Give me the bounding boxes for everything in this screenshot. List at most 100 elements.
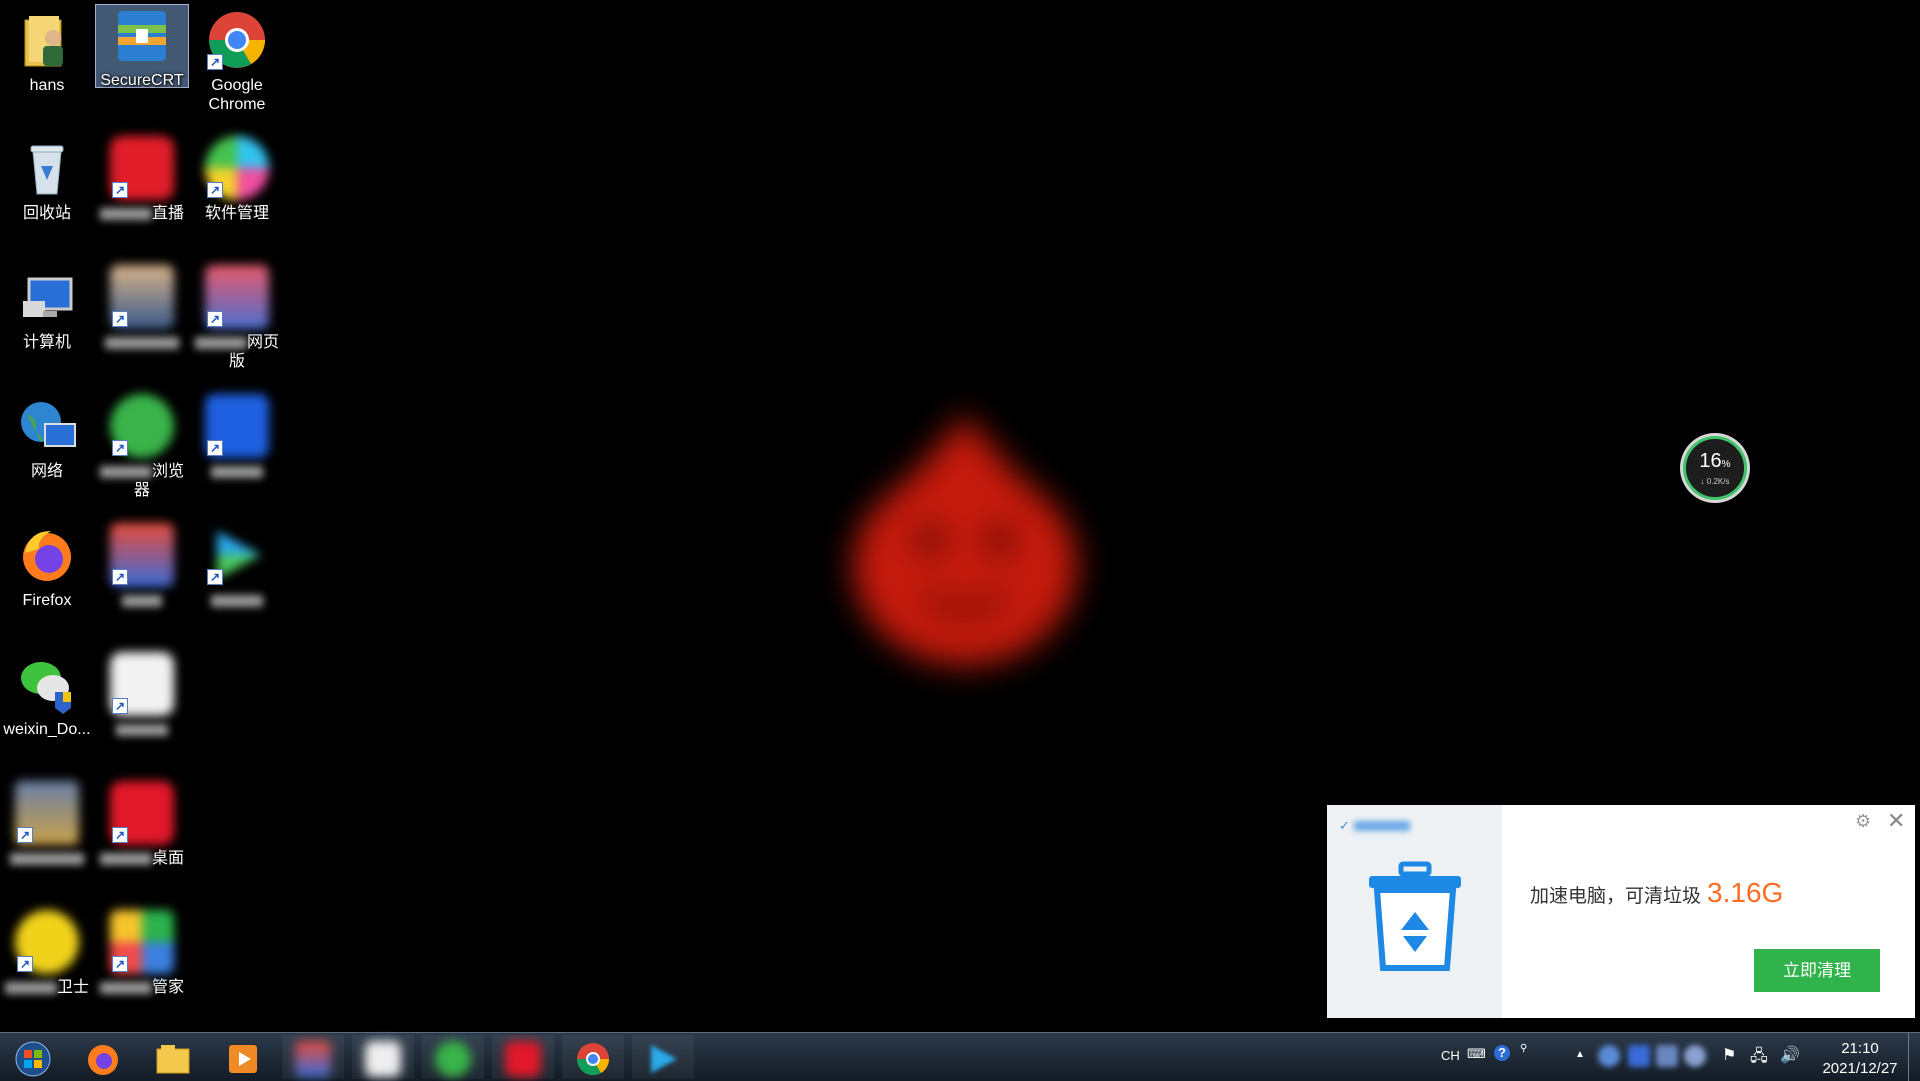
system-clock[interactable]: 21:10 2021/12/27 bbox=[1810, 1039, 1910, 1079]
keyboard-icon[interactable]: ⌨ bbox=[1467, 1046, 1486, 1062]
firefox-icon bbox=[88, 1045, 118, 1075]
blurred-label bbox=[194, 336, 247, 349]
shortcut-arrow-icon: ↗ bbox=[112, 311, 128, 327]
desktop-icon-app-white[interactable]: ↗ bbox=[95, 644, 189, 764]
media-player-icon bbox=[229, 1045, 257, 1073]
shortcut-arrow-icon: ↗ bbox=[112, 827, 128, 843]
shortcut-arrow-icon: ↗ bbox=[112, 569, 128, 585]
taskbar-video-player[interactable] bbox=[632, 1035, 694, 1079]
desktop-icon-label: 计算机 bbox=[22, 334, 71, 351]
desktop-icon-label: weixin_Do... bbox=[3, 721, 91, 738]
windows-start-icon bbox=[15, 1041, 51, 1077]
shortcut-arrow-icon: ↗ bbox=[207, 182, 223, 198]
shortcut-arrow-icon: ↗ bbox=[207, 54, 223, 70]
desktop-app-icon bbox=[505, 1041, 541, 1077]
recycle-bin-icon bbox=[15, 136, 79, 200]
live-stream-icon: ↗ bbox=[110, 136, 174, 200]
desktop-icon-software-manager[interactable]: ↗ 软件管理 bbox=[190, 128, 284, 248]
input-language[interactable]: CH bbox=[1441, 1048, 1460, 1063]
desktop-icon-chrome[interactable]: ↗ Google Chrome bbox=[190, 0, 284, 120]
settings-gear-icon[interactable]: ⚙ bbox=[1855, 811, 1871, 832]
desktop-icon-game-1[interactable]: ↗ bbox=[0, 773, 94, 893]
desktop-icon-web-game[interactable]: ↗ 网页版 bbox=[190, 257, 284, 377]
blurred-label bbox=[4, 981, 57, 994]
desktop-icon-live[interactable]: ↗ 直播 bbox=[95, 128, 189, 248]
ime-options-icon[interactable]: ⚲ bbox=[1520, 1043, 1527, 1054]
desktop-icon-label: 直播 bbox=[151, 205, 184, 222]
action-center-flag-icon[interactable]: ⚑ bbox=[1722, 1045, 1736, 1065]
manager-icon: ↗ bbox=[110, 910, 174, 974]
taskbar-chrome[interactable] bbox=[562, 1035, 624, 1079]
start-button[interactable] bbox=[2, 1035, 64, 1079]
wallpaper-mascot bbox=[835, 410, 1095, 670]
tray-app-icon[interactable] bbox=[1628, 1045, 1650, 1067]
close-icon[interactable]: ✕ bbox=[1887, 808, 1905, 834]
popup-message: 加速电脑，可清垃圾 bbox=[1530, 886, 1702, 907]
junk-size: 3.16G bbox=[1707, 877, 1784, 908]
folder-icon bbox=[156, 1045, 190, 1074]
taskbar-app-white[interactable] bbox=[352, 1035, 414, 1079]
trash-can-icon bbox=[1363, 860, 1467, 974]
desktop-icon-computer[interactable]: 计算机 bbox=[0, 257, 94, 377]
shortcut-arrow-icon: ↗ bbox=[207, 569, 223, 585]
network-status-icon[interactable]: 🖧 bbox=[1750, 1045, 1768, 1072]
shortcut-arrow-icon: ↗ bbox=[112, 182, 128, 198]
app-icon: ↗ bbox=[110, 652, 174, 716]
clean-now-button[interactable]: 立即清理 bbox=[1754, 949, 1880, 992]
taskbar-firefox[interactable] bbox=[72, 1035, 134, 1079]
browser-icon bbox=[435, 1041, 471, 1077]
speed-ball-widget[interactable]: 16% ↓ 0.2K/s bbox=[1683, 436, 1747, 500]
help-icon[interactable]: ? bbox=[1494, 1045, 1510, 1061]
tray-app-icon[interactable] bbox=[1656, 1045, 1678, 1067]
taskbar-explorer[interactable] bbox=[142, 1035, 204, 1079]
desktop-icon-guard[interactable]: ↗ 卫士 bbox=[0, 902, 94, 1022]
blurred-label bbox=[211, 465, 263, 478]
software-manager-icon: ↗ bbox=[205, 136, 269, 200]
desktop-icon-video-player[interactable]: ↗ bbox=[190, 515, 284, 635]
desktop-icon-firefox[interactable]: Firefox bbox=[0, 515, 94, 635]
chrome-icon: ↗ bbox=[205, 8, 269, 72]
desktop-icon-label: 网络 bbox=[30, 463, 63, 480]
volume-icon[interactable]: 🔊 bbox=[1780, 1045, 1800, 1065]
browser-icon: ↗ bbox=[110, 394, 174, 458]
shortcut-arrow-icon: ↗ bbox=[112, 956, 128, 972]
blurred-label bbox=[99, 852, 152, 865]
desktop-icon-game-3[interactable]: ↗ bbox=[95, 515, 189, 635]
taskbar-app-red[interactable] bbox=[492, 1035, 554, 1079]
desktop-icon-securecrt[interactable]: SecureCRT bbox=[95, 4, 189, 89]
memory-percent: 16 bbox=[1699, 450, 1722, 472]
desktop-icon-manager[interactable]: ↗ 管家 bbox=[95, 902, 189, 1022]
desktop-icon-shield-app[interactable]: ↗ bbox=[190, 386, 284, 506]
shortcut-arrow-icon: ↗ bbox=[17, 827, 33, 843]
popup-left-panel: ✓ bbox=[1327, 805, 1502, 1018]
desktop-icon-game-2[interactable]: ↗ bbox=[95, 257, 189, 377]
desktop-icon-label: 软件管理 bbox=[204, 205, 269, 222]
desktop-app-icon: ↗ bbox=[110, 781, 174, 845]
desktop-icon-label: Firefox bbox=[22, 592, 72, 609]
shortcut-arrow-icon: ↗ bbox=[207, 311, 223, 327]
desktop-icon-desktop-app[interactable]: ↗ 桌面 bbox=[95, 773, 189, 893]
blurred-label bbox=[122, 594, 162, 607]
blurred-label bbox=[105, 336, 179, 349]
taskbar-media-player[interactable] bbox=[212, 1035, 274, 1079]
desktop-icon-recycle-bin[interactable]: 回收站 bbox=[0, 128, 94, 248]
blurred-label bbox=[99, 981, 152, 994]
blurred-brand-text bbox=[1354, 820, 1411, 831]
show-hidden-icons[interactable]: ▲ bbox=[1575, 1049, 1585, 1060]
tray-app-icon[interactable] bbox=[1684, 1045, 1706, 1067]
blurred-label bbox=[211, 594, 263, 607]
tray-app-icon[interactable] bbox=[1598, 1045, 1620, 1067]
desktop-icon-browser[interactable]: ↗ 浏览器 bbox=[95, 386, 189, 506]
desktop-icon-hans[interactable]: hans bbox=[0, 0, 94, 120]
clock-date: 2021/12/27 bbox=[1822, 1060, 1898, 1077]
desktop-icon-weixin[interactable]: weixin_Do... bbox=[0, 644, 94, 764]
show-desktop-button[interactable] bbox=[1908, 1033, 1920, 1081]
desktop-icon-network[interactable]: 网络 bbox=[0, 386, 94, 506]
taskbar-app-green[interactable] bbox=[422, 1035, 484, 1079]
blurred-label bbox=[99, 207, 152, 220]
desktop-icon-label: hans bbox=[29, 77, 65, 94]
game-icon: ↗ bbox=[110, 523, 174, 587]
taskbar-app-game[interactable] bbox=[282, 1035, 344, 1079]
checkmark-icon: ✓ bbox=[1339, 818, 1350, 833]
network-icon bbox=[15, 394, 79, 458]
